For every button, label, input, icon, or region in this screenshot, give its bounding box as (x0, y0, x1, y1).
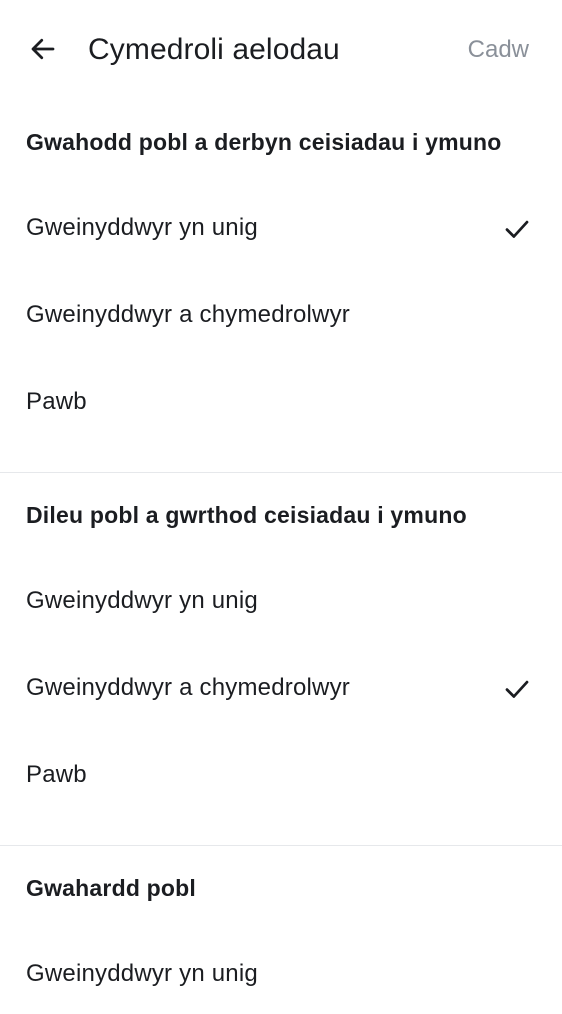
option-label: Gweinyddwyr yn unig (26, 587, 258, 614)
section-title-remove: Dileu pobl a gwrthod ceisiadau i ymuno (26, 502, 467, 528)
app-bar: Cymedroli aelodau Cadw (0, 0, 562, 100)
option-label: Gweinyddwyr a chymedrolwyr (26, 674, 350, 701)
option-remove-admins-moderators[interactable]: Gweinyddwyr a chymedrolwyr (0, 648, 562, 728)
option-ban-admins-only[interactable]: Gweinyddwyr yn unig (0, 934, 562, 1014)
option-remove-admins-only[interactable]: Gweinyddwyr yn unig (0, 561, 562, 641)
check-icon (505, 680, 529, 698)
option-label: Pawb (26, 761, 87, 788)
back-button[interactable] (20, 26, 66, 72)
page-title: Cymedroli aelodau (88, 33, 340, 66)
divider (0, 472, 562, 473)
save-button[interactable]: Cadw (468, 33, 529, 67)
option-invite-admins-moderators[interactable]: Gweinyddwyr a chymedrolwyr (0, 275, 562, 355)
section-title-ban: Gwahardd pobl (26, 875, 196, 901)
option-label: Pawb (26, 388, 87, 415)
option-label: Gweinyddwyr yn unig (26, 214, 258, 241)
divider (0, 845, 562, 846)
option-label: Gweinyddwyr a chymedrolwyr (26, 301, 350, 328)
section-title-invite: Gwahodd pobl a derbyn ceisiadau i ymuno (26, 129, 502, 155)
option-invite-everyone[interactable]: Pawb (0, 362, 562, 442)
arrow-left-icon (31, 38, 55, 60)
check-icon (505, 220, 529, 238)
option-invite-admins-only[interactable]: Gweinyddwyr yn unig (0, 188, 562, 268)
option-label: Gweinyddwyr yn unig (26, 960, 258, 987)
option-remove-everyone[interactable]: Pawb (0, 735, 562, 815)
